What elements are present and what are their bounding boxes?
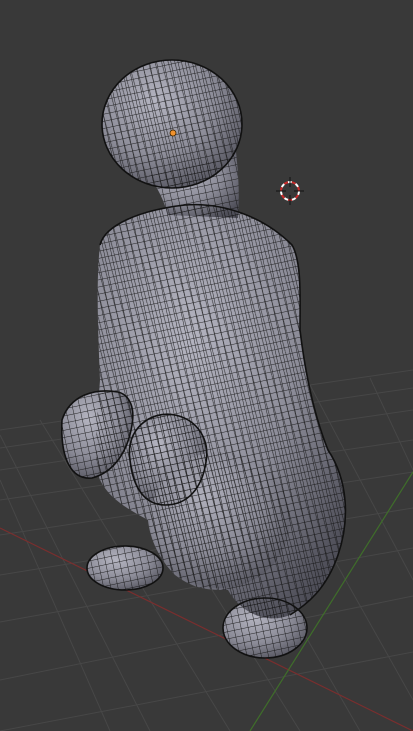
object-origin-dot[interactable] bbox=[169, 129, 177, 137]
3d-cursor-icon[interactable] bbox=[276, 177, 304, 205]
viewport-canvas[interactable] bbox=[0, 0, 413, 731]
character-mesh[interactable] bbox=[61, 59, 347, 659]
mesh-wireframe bbox=[61, 60, 346, 658]
3d-viewport[interactable] bbox=[0, 0, 413, 731]
